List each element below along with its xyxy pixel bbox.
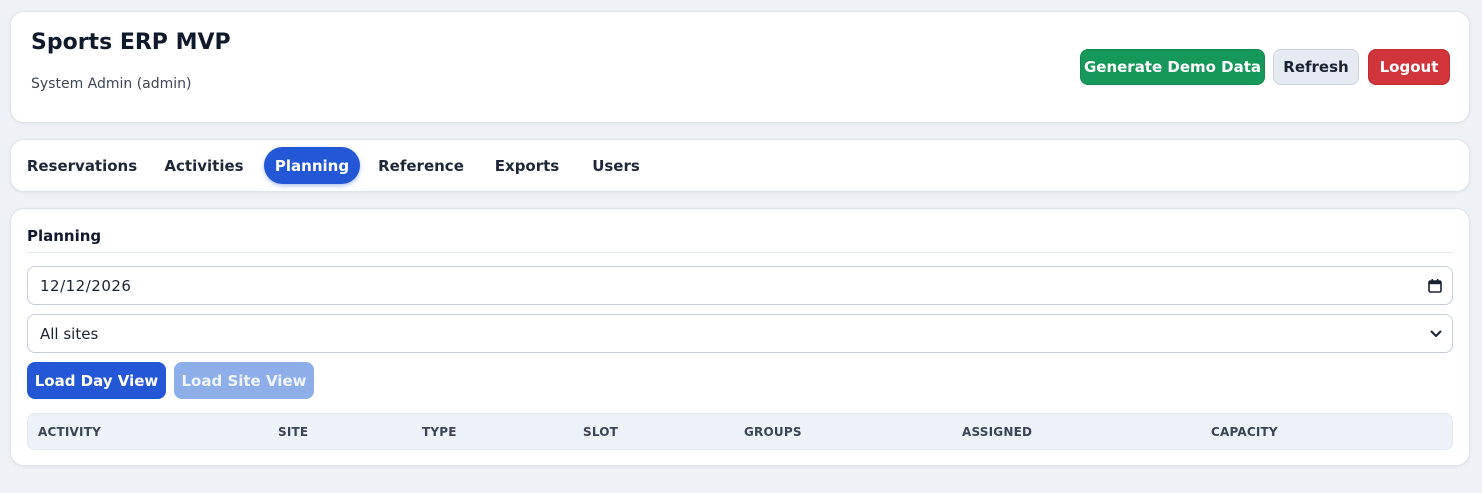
tab-exports[interactable]: Exports <box>491 147 563 184</box>
app-title: Sports ERP MVP <box>31 30 231 55</box>
logout-button[interactable]: Logout <box>1368 49 1450 85</box>
column-header-site: SITE <box>278 425 309 439</box>
tab-reference[interactable]: Reference <box>374 147 468 184</box>
planning-panel: Planning 12/12/2026 All sites Load Day V… <box>10 208 1470 466</box>
column-header-type: TYPE <box>422 425 457 439</box>
column-header-activity: ACTIVITY <box>38 425 101 439</box>
refresh-button[interactable]: Refresh <box>1273 49 1359 85</box>
site-select[interactable]: All sites <box>27 314 1453 353</box>
load-day-view-button[interactable]: Load Day View <box>27 362 166 399</box>
divider <box>27 252 1453 253</box>
tab-reservations[interactable]: Reservations <box>24 147 140 184</box>
main-nav: Reservations Activities Planning Referen… <box>10 139 1470 192</box>
date-value: 12/12/2026 <box>40 276 132 295</box>
column-header-groups: GROUPS <box>744 425 802 439</box>
tab-activities[interactable]: Activities <box>160 147 248 184</box>
section-title: Planning <box>27 227 102 245</box>
load-site-view-button[interactable]: Load Site View <box>174 362 314 399</box>
tab-planning[interactable]: Planning <box>264 147 360 184</box>
column-header-capacity: CAPACITY <box>1211 425 1278 439</box>
generate-demo-data-button[interactable]: Generate Demo Data <box>1080 49 1265 85</box>
planning-table-header: ACTIVITY SITE TYPE SLOT GROUPS ASSIGNED … <box>27 413 1453 450</box>
date-input[interactable]: 12/12/2026 <box>27 266 1453 305</box>
column-header-assigned: ASSIGNED <box>962 425 1033 439</box>
site-select-value: All sites <box>40 324 99 343</box>
column-header-slot: SLOT <box>583 425 619 439</box>
tab-users[interactable]: Users <box>587 147 645 184</box>
app-header: Sports ERP MVP System Admin (admin) Gene… <box>10 11 1470 123</box>
chevron-down-icon <box>1430 330 1442 338</box>
current-user: System Admin (admin) <box>31 76 192 92</box>
calendar-icon[interactable] <box>1428 278 1442 293</box>
